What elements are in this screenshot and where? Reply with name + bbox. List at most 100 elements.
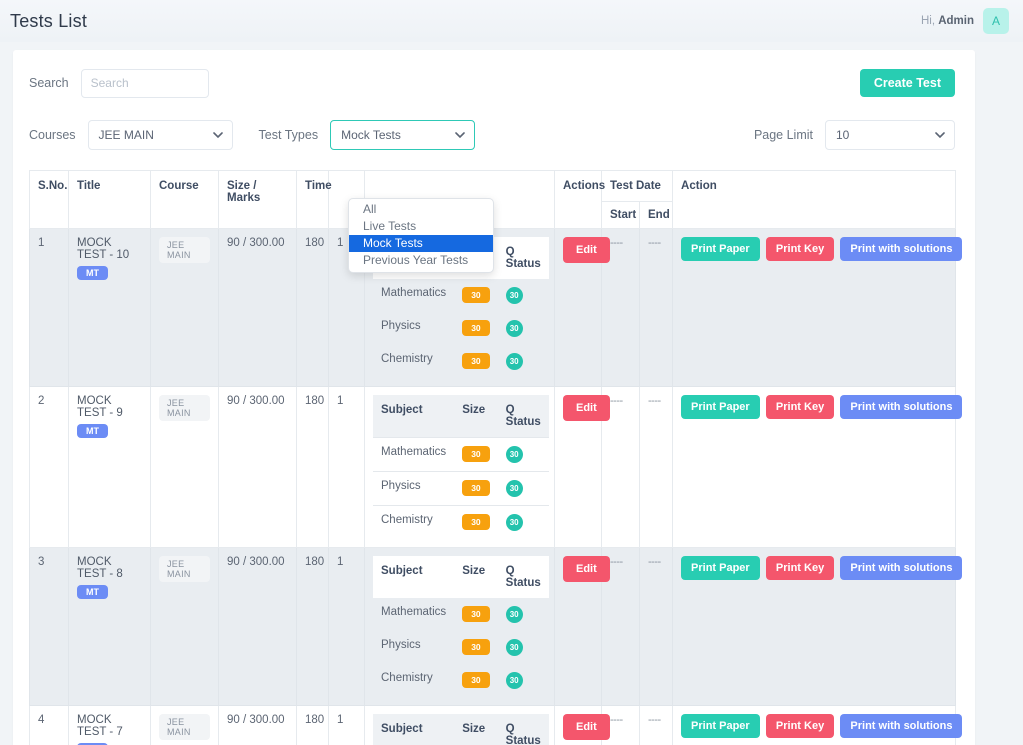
search-input[interactable] bbox=[80, 68, 209, 98]
courses-label: Courses bbox=[29, 128, 76, 142]
subject-qstatus-cell: 30 bbox=[497, 505, 549, 539]
q-status-badge: 30 bbox=[505, 446, 523, 463]
q-status-badge: 30 bbox=[505, 639, 523, 656]
subject-qstatus-cell: 30 bbox=[497, 437, 549, 472]
subjects-table: Subject Size Q Status Mathematics 30 30 … bbox=[373, 556, 549, 697]
cell-actions: Edit bbox=[554, 386, 610, 548]
subjects-table-body: Mathematics 30 30 Physics 30 30 Chemistr… bbox=[373, 598, 549, 697]
q-status-badge: 30 bbox=[505, 287, 523, 304]
test-type-badge: MT bbox=[77, 585, 108, 599]
print-key-button[interactable]: Print Key bbox=[765, 395, 835, 419]
cell-size-marks: 90 / 300.00 bbox=[218, 386, 297, 548]
subject-qstatus-cell: 30 bbox=[497, 312, 549, 345]
create-test-button[interactable]: Create Test bbox=[859, 69, 955, 97]
cell-sno: 2 bbox=[29, 386, 69, 548]
subject-size-cell: 30 bbox=[454, 631, 498, 664]
test-types-select[interactable]: Mock Tests bbox=[330, 120, 476, 150]
cell-end-date: ---- bbox=[638, 705, 674, 745]
cell-course: JEE MAIN bbox=[150, 547, 219, 706]
subject-qstatus-cell: 30 bbox=[497, 631, 549, 664]
size-badge: 30 bbox=[462, 514, 490, 530]
print-with-solutions-button[interactable]: Print with solutions bbox=[840, 395, 963, 419]
edit-button[interactable]: Edit bbox=[563, 556, 610, 582]
dropdown-option-1[interactable]: Live Tests bbox=[349, 218, 493, 235]
end-date-value: ---- bbox=[648, 237, 661, 249]
start-date-value: ---- bbox=[610, 714, 623, 726]
cell-actions: Edit bbox=[554, 705, 610, 745]
th-size: Size bbox=[454, 556, 498, 598]
th-course: Course bbox=[150, 170, 219, 229]
subject-row: Chemistry 30 30 bbox=[373, 345, 549, 378]
cell-sno: 4 bbox=[29, 705, 69, 745]
print-paper-button[interactable]: Print Paper bbox=[681, 714, 760, 738]
subject-qstatus-cell: 30 bbox=[497, 345, 549, 378]
size-badge: 30 bbox=[462, 353, 490, 369]
print-with-solutions-button[interactable]: Print with solutions bbox=[840, 237, 963, 261]
print-key-button[interactable]: Print Key bbox=[765, 556, 835, 580]
subject-name: Mathematics bbox=[373, 598, 455, 631]
size-badge: 30 bbox=[462, 606, 490, 622]
table-row: 2 MOCK TEST - 9 MT JEE MAIN 90 / 300.00 … bbox=[29, 386, 963, 548]
subject-row: Chemistry 30 30 bbox=[373, 664, 549, 697]
dropdown-option-0[interactable]: All bbox=[349, 201, 493, 218]
dropdown-option-2[interactable]: Mock Tests bbox=[349, 235, 493, 252]
th-q-status: Q Status bbox=[497, 237, 549, 279]
page-limit-select[interactable]: 10 bbox=[825, 120, 955, 150]
tests-table-body: 1 MOCK TEST - 10 MT JEE MAIN 90 / 300.00… bbox=[29, 228, 963, 745]
cell-sets: 1 bbox=[328, 705, 365, 745]
q-status-badge: 30 bbox=[505, 514, 523, 531]
subject-row: Mathematics 30 30 bbox=[373, 279, 549, 312]
th-size: Size bbox=[454, 395, 498, 438]
avatar[interactable]: A bbox=[983, 8, 1009, 34]
subject-name: Chemistry bbox=[373, 345, 455, 378]
subject-size-cell: 30 bbox=[454, 598, 498, 631]
edit-button[interactable]: Edit bbox=[563, 714, 610, 740]
th-sno: S.No. bbox=[29, 170, 69, 229]
courses-select[interactable]: JEE MAIN bbox=[87, 120, 233, 150]
page-title: Tests List bbox=[10, 10, 88, 31]
table-row: 3 MOCK TEST - 8 MT JEE MAIN 90 / 300.00 … bbox=[29, 547, 963, 706]
th-subject: Subject bbox=[373, 556, 455, 598]
cell-time: 180 bbox=[296, 386, 329, 548]
subjects-table-body: Mathematics 30 30 Physics 30 30 Chemistr… bbox=[373, 279, 549, 378]
size-badge: 30 bbox=[462, 446, 490, 462]
cell-title: MOCK TEST - 9 MT bbox=[68, 386, 151, 548]
subject-row: Mathematics 30 30 bbox=[373, 598, 549, 631]
print-paper-button[interactable]: Print Paper bbox=[681, 556, 760, 580]
page-limit-label: Page Limit bbox=[753, 128, 813, 142]
subject-qstatus-cell: 30 bbox=[497, 279, 549, 312]
start-date-value: ---- bbox=[610, 395, 623, 407]
subjects-table-head: Subject Size Q Status bbox=[373, 714, 549, 745]
size-badge: 30 bbox=[462, 320, 490, 336]
edit-button[interactable]: Edit bbox=[563, 395, 610, 421]
print-with-solutions-button[interactable]: Print with solutions bbox=[840, 714, 963, 738]
subjects-header-row: Subject Size Q Status bbox=[373, 395, 549, 438]
cell-sets: 1 bbox=[328, 386, 365, 548]
start-date-value: ---- bbox=[610, 237, 623, 249]
subject-row: Physics 30 30 bbox=[373, 471, 549, 506]
print-key-button[interactable]: Print Key bbox=[765, 237, 835, 261]
cell-size-marks: 90 / 300.00 bbox=[218, 547, 297, 706]
end-date-value: ---- bbox=[648, 714, 661, 726]
filters-row: Courses JEE MAIN Test Types Mock Tests P… bbox=[29, 118, 955, 152]
cell-sno: 3 bbox=[29, 547, 69, 706]
chevron-down-icon bbox=[212, 132, 223, 139]
th-q-status: Q Status bbox=[497, 556, 549, 598]
size-badge: 30 bbox=[462, 639, 490, 655]
print-with-solutions-button[interactable]: Print with solutions bbox=[840, 556, 963, 580]
print-key-button[interactable]: Print Key bbox=[765, 714, 835, 738]
th-action: Action bbox=[672, 170, 957, 229]
dropdown-option-3[interactable]: Previous Year Tests bbox=[349, 252, 493, 269]
test-title: MOCK TEST - 8 bbox=[77, 556, 123, 580]
print-paper-button[interactable]: Print Paper bbox=[681, 395, 760, 419]
print-paper-button[interactable]: Print Paper bbox=[681, 237, 760, 261]
test-types-dropdown-menu[interactable]: All Live Tests Mock Tests Previous Year Tes… bbox=[348, 198, 494, 273]
cell-action-buttons: Print Paper Print Key Print with solutio… bbox=[672, 547, 963, 706]
subject-size-cell: 30 bbox=[454, 345, 498, 378]
edit-button[interactable]: Edit bbox=[563, 237, 610, 263]
courses-select-wrap: JEE MAIN bbox=[87, 120, 233, 150]
test-types-select-value: Mock Tests bbox=[341, 128, 401, 142]
th-subject: Subject bbox=[373, 395, 455, 438]
subject-name: Mathematics bbox=[373, 437, 455, 472]
q-status-badge: 30 bbox=[505, 353, 523, 370]
